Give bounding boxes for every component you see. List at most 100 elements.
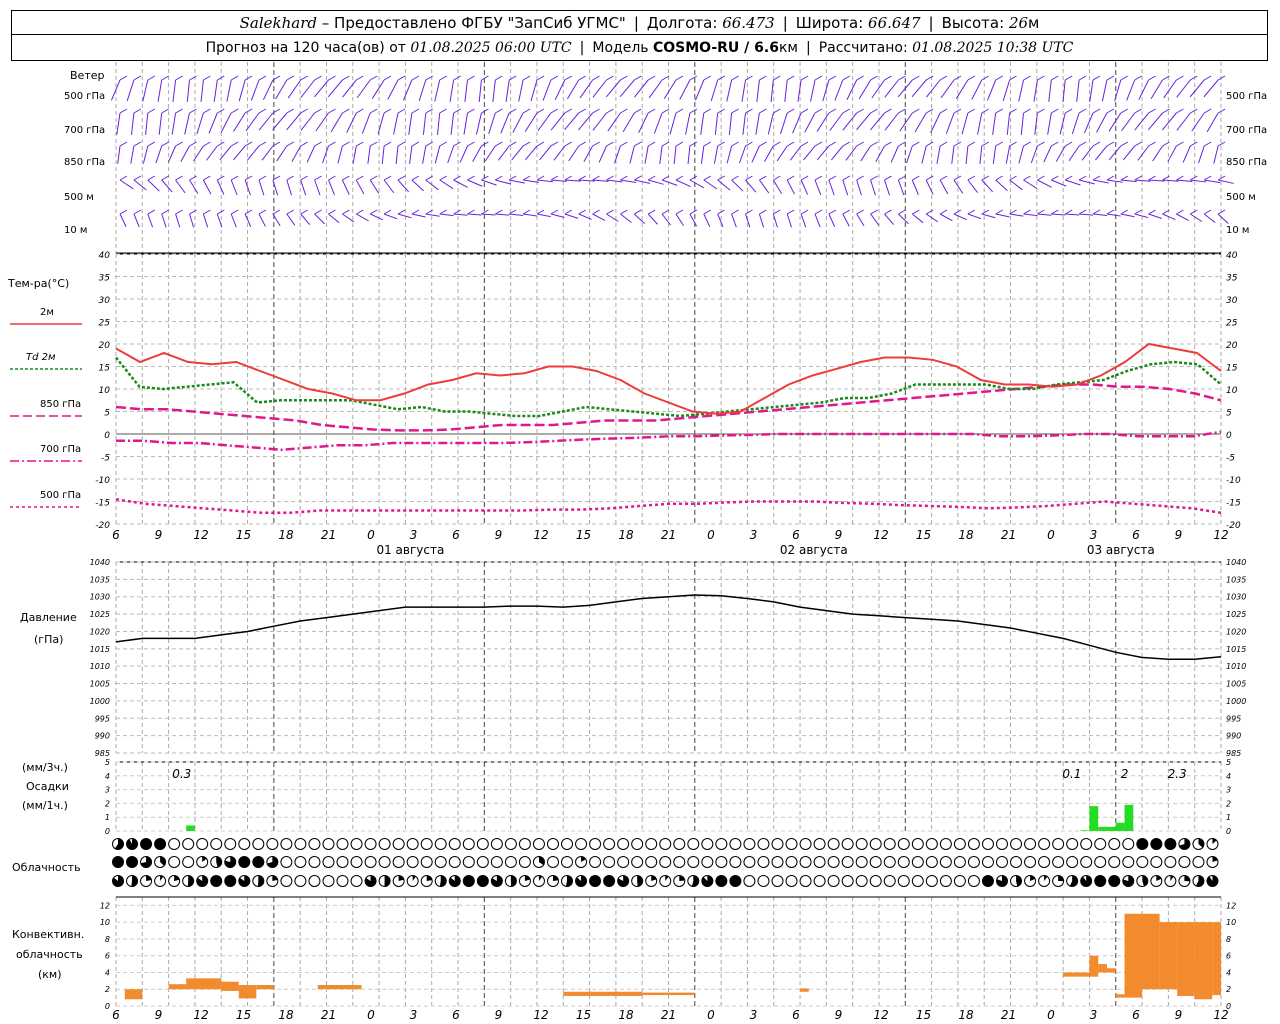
cloud-circle [420,838,433,850]
wind-barb [751,145,760,163]
cloud-circle [462,838,475,850]
wind-barb-flag [481,108,489,114]
wind-barb-flag [383,141,392,147]
wind-barb-flag [634,209,642,215]
wind-barb-flag [828,75,837,81]
wind-barb-flag [856,75,864,81]
cloud-circle [645,856,658,868]
wind-barb [800,213,807,228]
cloud-circle [294,856,307,868]
wind-barb [337,145,343,164]
cloud-circle [855,875,868,887]
wind-barb [497,145,510,161]
wind-barb-flag [328,175,336,181]
wind-barb-flag [369,209,378,215]
cloud-circle [280,875,293,887]
cloud-fill [679,875,685,881]
wind-barb-flag [314,108,322,114]
wind-barb-flag [856,209,864,215]
cloud-circle [855,856,868,868]
cloud-fill [1136,838,1148,850]
temp-ytick: 30 [99,296,111,306]
wind-barb [145,112,149,135]
wind-barb-flag [161,75,169,81]
wind-barb-flag [939,175,948,181]
wind-barb [1203,79,1219,98]
wind-barb [592,179,609,182]
wind-barb [675,213,685,227]
wind-barb-flag [161,108,169,114]
wind-barb [967,213,982,220]
wind-barb [714,112,719,135]
wind-barb-flag [383,108,392,114]
temp-ytick: 0 [104,431,110,441]
wind-barb [463,112,468,135]
cloud-circle [785,875,798,887]
wind-barb [511,145,524,161]
cloud-circle [1094,838,1107,850]
wind-barb [1120,213,1135,218]
wind-barb-flag [1120,75,1129,81]
hour-label: 15 [236,528,251,542]
wind-barb [450,112,455,135]
wind-barb [1002,79,1011,102]
wind-barb [700,112,705,135]
wind-barb [890,145,899,163]
cloud-circle [589,838,602,850]
wind-barb [158,112,163,135]
wind-barb [756,79,760,102]
wind-barb-flag [1023,108,1031,114]
wind-barb-flag [995,209,1003,215]
wind-barb [992,145,997,164]
wind-barb [914,112,927,133]
wind-barb-flag [230,108,239,114]
wind-barb [644,145,649,164]
wind-barb-flag [1023,141,1031,147]
wind-barb-flag [300,175,308,181]
cloud-circle [1094,856,1107,868]
wind-barb [402,79,413,101]
temp-ytick: -20 [95,521,110,531]
wind-barb [130,145,135,164]
precip-bar [186,825,195,831]
wind-barb [530,79,538,102]
wind-barb [119,213,127,227]
prec-ytick: 4 [105,772,110,781]
temp-legend-label: 850 гПа [40,399,81,410]
cloud-circle [308,875,321,887]
wind-barb-flag [189,209,197,215]
wind-barb-flag [939,75,948,81]
wind-barb-flag [1064,209,1073,215]
wind-barb [870,213,880,226]
wind-barb [276,145,288,162]
wind-title: Ветер [70,69,104,82]
wind-barb [449,79,455,102]
conv-cloud-bar [1212,922,1221,996]
wind-barb-flag [1092,75,1101,81]
wind-barb-flag [550,141,559,147]
wind-barb [536,213,551,218]
wind-barb [397,179,410,193]
wind-barb [180,145,190,162]
wind-barb [216,213,223,228]
wind-barb-flag [1203,175,1212,181]
wind-barb [208,112,218,134]
wind-barb [875,145,885,163]
wind-barb-flag [286,75,295,81]
wind-barb [155,145,163,164]
wind-barb-flag [912,141,920,147]
prec-ytick-right: 1 [1226,813,1231,822]
wind-barb [822,79,830,102]
wind-barb-flag [1162,141,1170,147]
wind-barb [842,213,850,227]
wind-barb-flag [1203,209,1212,215]
wind-barb [1189,79,1205,98]
wind-barb-flag [592,75,600,81]
wind-barb-flag [870,75,878,81]
hour-label: 21 [321,528,336,542]
wind-barb [1191,112,1205,132]
pres-ytick-right: 1030 [1226,593,1246,602]
wind-barb-flag [481,75,489,81]
wind-barb-flag [592,175,600,181]
wind-barb-flag [925,108,934,114]
